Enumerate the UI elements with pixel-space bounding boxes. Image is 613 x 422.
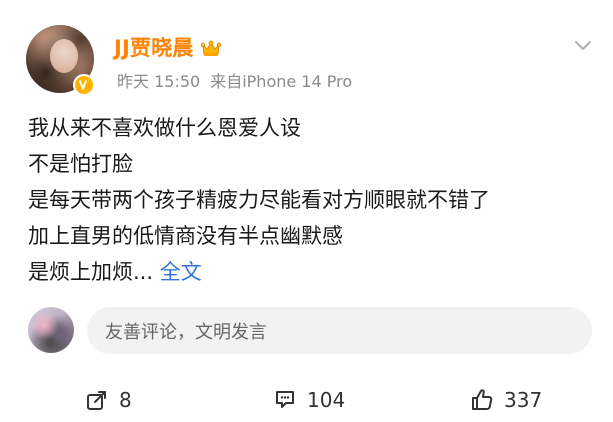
comment-input[interactable]: 友善评论，文明发言 [87, 307, 592, 354]
post-line: 不是怕打脸 [28, 152, 133, 176]
username[interactable]: JJ贾晓晨 [114, 32, 222, 62]
thumbs-up-icon [468, 387, 494, 413]
comment-icon [273, 388, 297, 412]
action-bar: 8 104 337 [0, 380, 613, 420]
post-line-last: 是烦上加烦... 全文 [28, 254, 598, 290]
post-text: 我从来不喜欢做什么恩爱人设 不是怕打脸 是每天带两个孩子精疲力尽能看对方顺眼就不… [28, 110, 598, 290]
post-line: 是每天带两个孩子精疲力尽能看对方顺眼就不错了 [28, 188, 490, 212]
crown-icon [200, 38, 222, 56]
like-count: 337 [504, 388, 543, 412]
share-count: 8 [119, 388, 132, 412]
post-line: 加上直男的低情商没有半点幽默感 [28, 224, 343, 248]
post-line: 我从来不喜欢做什么恩爱人设 [28, 116, 301, 140]
post-line: 是烦上加烦... [28, 260, 154, 284]
like-button[interactable]: 337 [468, 380, 542, 420]
post-time: 昨天 15:50 [117, 72, 201, 91]
chevron-down-icon[interactable] [574, 36, 592, 50]
username-text[interactable]: JJ贾晓晨 [114, 32, 194, 62]
share-icon [85, 388, 109, 412]
comment-button[interactable]: 104 [273, 380, 345, 420]
avatar-face [50, 39, 78, 73]
post-source: 来自iPhone 14 Pro [210, 72, 353, 91]
comment-count: 104 [307, 388, 346, 412]
current-user-avatar[interactable] [28, 307, 74, 353]
comment-placeholder: 友善评论，文明发言 [105, 321, 267, 343]
show-full-text-link[interactable]: 全文 [160, 260, 202, 284]
post-meta: 昨天 15:50 来自iPhone 14 Pro [117, 68, 352, 92]
verified-badge-icon [73, 74, 95, 96]
share-button[interactable]: 8 [85, 380, 132, 420]
